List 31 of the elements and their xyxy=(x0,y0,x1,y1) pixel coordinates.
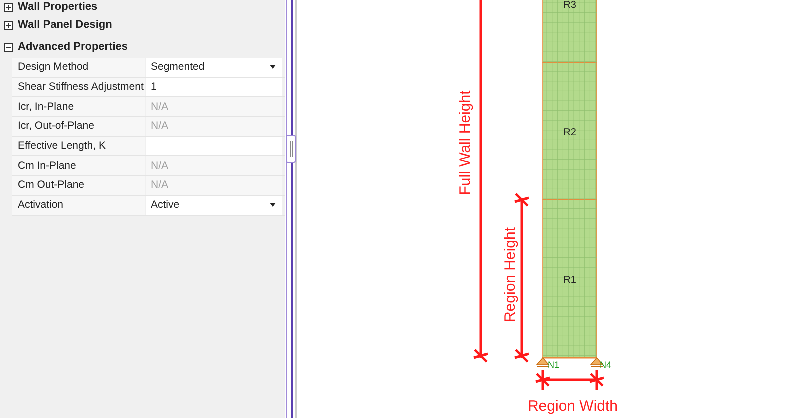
dimension-label: Region Height xyxy=(502,227,519,323)
expand-icon[interactable] xyxy=(4,20,13,30)
value-field[interactable] xyxy=(146,136,282,156)
dropdown-field[interactable]: Segmented xyxy=(146,58,282,77)
property-name: Cm In-Plane xyxy=(12,156,145,176)
support-icon xyxy=(536,357,550,368)
dimension-line xyxy=(534,368,606,392)
section-title[interactable]: Wall Properties xyxy=(18,1,98,13)
caret-icon xyxy=(270,203,276,208)
property-name: Icr, In-Plane xyxy=(12,97,145,116)
section-title[interactable]: Advanced Properties xyxy=(18,41,128,53)
node-label: N1 xyxy=(548,360,560,370)
property-name: Design Method xyxy=(12,58,145,77)
dropdown-field[interactable]: Active xyxy=(146,196,282,214)
dimension-label: Full Wall Height xyxy=(457,90,474,196)
splitter-handle[interactable] xyxy=(286,135,296,163)
dimension-label: Region Width xyxy=(528,398,618,415)
section-title[interactable]: Wall Panel Design xyxy=(18,19,112,31)
property-name: Cm Out-Plane xyxy=(12,176,145,195)
collapse-icon[interactable] xyxy=(4,42,13,52)
property-name: Effective Length, K xyxy=(12,136,145,156)
region-label: R1 xyxy=(564,275,576,286)
value-field[interactable]: 1 xyxy=(146,78,282,96)
property-name: Icr, Out-of-Plane xyxy=(12,117,145,136)
node-label: N4 xyxy=(600,360,612,370)
caret-icon xyxy=(270,65,276,70)
expand-icon[interactable] xyxy=(4,2,13,12)
region-label: R3 xyxy=(564,0,576,11)
property-name: Activation xyxy=(12,196,145,214)
property-name: Shear Stiffness Adjustment xyxy=(12,78,145,96)
region-label: R2 xyxy=(564,128,576,138)
